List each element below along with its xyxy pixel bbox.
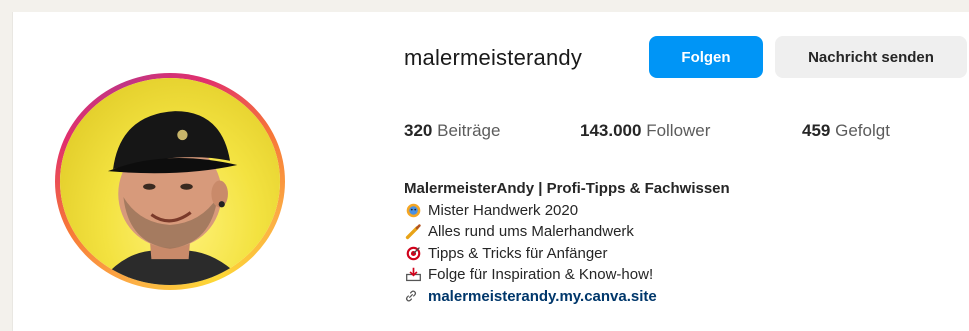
followers-stat[interactable]: 143.000 Follower bbox=[580, 121, 710, 141]
posts-count: 320 bbox=[404, 121, 433, 140]
profile-avatar[interactable] bbox=[55, 73, 285, 290]
following-label: Gefolgt bbox=[835, 121, 890, 140]
bio-website-link[interactable]: malermeisterandy.my.canva.site bbox=[404, 286, 730, 308]
bio-line-text: Mister Handwerk 2020 bbox=[428, 201, 579, 219]
bio-display-name: MalermeisterAndy | Profi-Tipps & Fachwis… bbox=[404, 180, 730, 197]
posts-stat: 320 Beiträge bbox=[404, 121, 500, 141]
person-portrait-icon bbox=[97, 111, 248, 285]
target-icon bbox=[404, 244, 422, 262]
bio-line: Tipps & Tricks für Anfänger bbox=[404, 243, 730, 265]
bio-line-text: Tipps & Tricks für Anfänger bbox=[428, 244, 608, 262]
bio-line: Mister Handwerk 2020 bbox=[404, 200, 730, 222]
followers-count: 143.000 bbox=[580, 121, 642, 140]
followers-label: Follower bbox=[646, 121, 711, 140]
avatar-photo bbox=[60, 78, 280, 285]
follow-button[interactable]: Folgen bbox=[649, 36, 763, 78]
profile-username: malermeisterandy bbox=[404, 45, 583, 70]
profile-bio: MalermeisterAndy | Profi-Tipps & Fachwis… bbox=[404, 178, 730, 307]
bio-website-text: malermeisterandy.my.canva.site bbox=[428, 287, 657, 305]
bio-line-text: Folge für Inspiration & Know-how! bbox=[428, 266, 654, 283]
inbox-tray-icon bbox=[404, 266, 422, 284]
bio-line-text: Alles rund ums Malerhandwerk bbox=[428, 223, 634, 240]
following-stat[interactable]: 459 Gefolgt bbox=[802, 121, 890, 141]
posts-label: Beiträge bbox=[437, 121, 501, 140]
bio-line: Alles rund ums Malerhandwerk bbox=[404, 221, 730, 243]
medal-icon bbox=[404, 201, 422, 219]
bio-line: Folge für Inspiration & Know-how! bbox=[404, 264, 730, 286]
link-icon bbox=[404, 289, 420, 303]
paintbrush-icon bbox=[404, 223, 422, 241]
send-message-button[interactable]: Nachricht senden bbox=[775, 36, 967, 78]
following-count: 459 bbox=[802, 121, 831, 140]
